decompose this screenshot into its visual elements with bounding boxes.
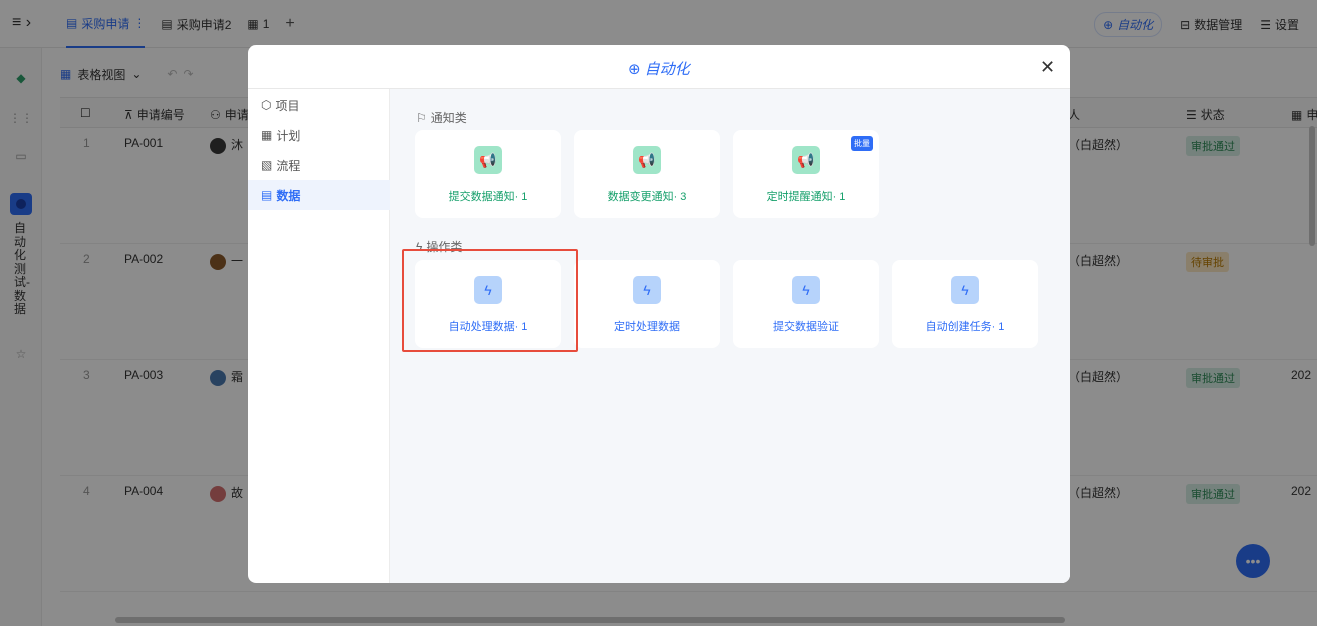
section-title: 通知类 bbox=[430, 111, 467, 125]
selection-highlight bbox=[402, 249, 578, 352]
box-icon: ⬡ bbox=[261, 98, 272, 112]
lightning-icon: ϟ bbox=[633, 276, 661, 304]
dialog-title: ⊕ 自动化 bbox=[628, 58, 690, 79]
dialog-header: ⊕ 自动化 ✕ bbox=[248, 45, 1070, 89]
nav-label: 流程 bbox=[276, 158, 301, 173]
nav-item-flow[interactable]: ▧ 流程 bbox=[248, 150, 390, 180]
card-auto-create-task[interactable]: ϟ 自动创建任务· 1 bbox=[892, 260, 1038, 348]
close-icon[interactable]: ✕ bbox=[1040, 57, 1055, 78]
megaphone-icon: 📢 bbox=[792, 146, 820, 174]
card-submit-notify[interactable]: 📢 提交数据通知· 1 bbox=[415, 130, 561, 218]
dialog-title-text: 自动化 bbox=[644, 61, 690, 78]
nav-item-data[interactable]: ▤ 数据 bbox=[248, 180, 390, 210]
card-timed-process[interactable]: ϟ 定时处理数据 bbox=[574, 260, 720, 348]
megaphone-icon: 📢 bbox=[474, 146, 502, 174]
card-label: 定时提醒通知· 1 bbox=[766, 191, 846, 203]
card-change-notify[interactable]: 📢 数据变更通知· 3 bbox=[574, 130, 720, 218]
batch-badge: 批量 bbox=[851, 136, 873, 151]
card-label: 提交数据验证 bbox=[773, 321, 839, 333]
card-label: 自动创建任务· 1 bbox=[925, 321, 1005, 333]
card-submit-validate[interactable]: ϟ 提交数据验证 bbox=[733, 260, 879, 348]
card-label: 提交数据通知· 1 bbox=[448, 191, 528, 203]
nav-label: 数据 bbox=[276, 188, 301, 203]
section-notify: ⚐ 通知类 bbox=[416, 109, 467, 126]
message-icon: ⚐ bbox=[416, 110, 427, 125]
flow-icon: ▧ bbox=[261, 158, 273, 172]
lightning-icon: ϟ bbox=[951, 276, 979, 304]
card-label: 定时处理数据 bbox=[614, 321, 680, 333]
automation-icon: ⊕ bbox=[628, 60, 641, 78]
card-timed-notify[interactable]: 批量 📢 定时提醒通知· 1 bbox=[733, 130, 879, 218]
nav-item-project[interactable]: ⬡ 项目 bbox=[248, 90, 390, 120]
megaphone-icon: 📢 bbox=[633, 146, 661, 174]
card-label: 数据变更通知· 3 bbox=[607, 191, 687, 203]
category-nav: ⬡ 项目 ▦ 计划 ▧ 流程 ▤ 数据 bbox=[248, 89, 390, 583]
nav-label: 计划 bbox=[276, 128, 301, 143]
nav-label: 项目 bbox=[275, 98, 300, 113]
lightning-icon: ϟ bbox=[792, 276, 820, 304]
automation-dialog: ⊕ 自动化 ✕ ⬡ 项目 ▦ 计划 ▧ 流程 ▤ 数据 ⚐ 通知类 📢 提交数据… bbox=[248, 45, 1070, 583]
nav-item-plan[interactable]: ▦ 计划 bbox=[248, 120, 390, 150]
data-icon: ▤ bbox=[261, 188, 273, 202]
calendar-icon: ▦ bbox=[261, 128, 273, 142]
